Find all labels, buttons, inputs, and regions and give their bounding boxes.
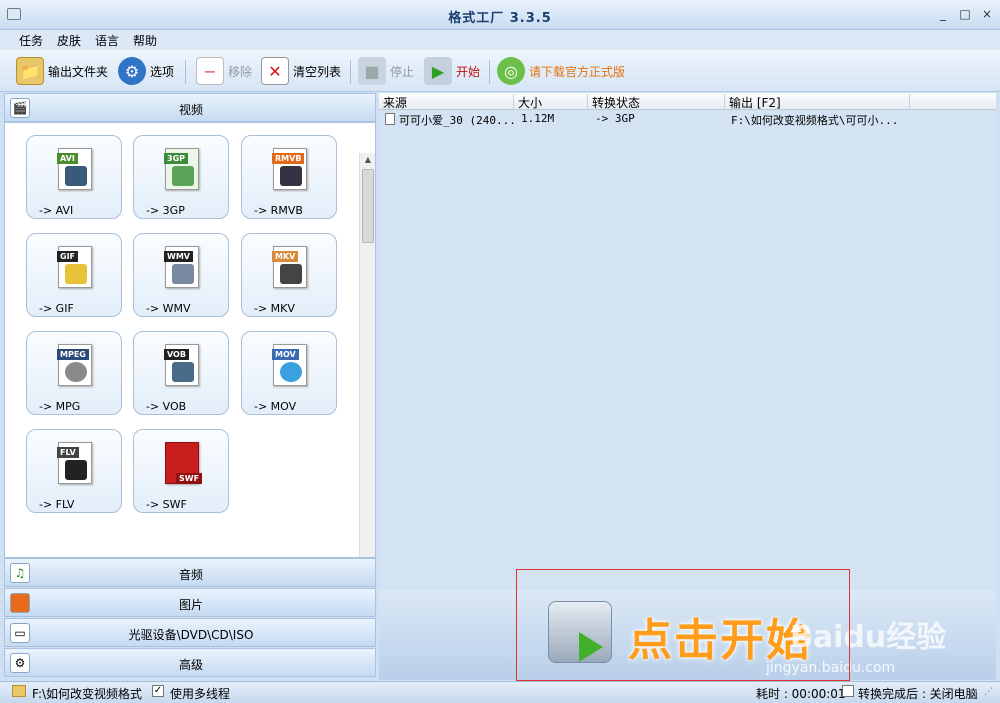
mpeg-file-icon: MPEG (57, 344, 92, 386)
wmv-file-icon: WMV (164, 246, 199, 288)
category-image[interactable]: 图片 (4, 588, 376, 617)
avi-file-icon: AVI (57, 148, 92, 190)
clear-x-icon: ✕ (261, 57, 289, 85)
format-mpg-button[interactable]: MPEG -> MPG (26, 331, 122, 415)
remove-button[interactable]: − 移除 (196, 56, 252, 86)
folder-icon: 📁 (16, 57, 44, 85)
file-icon (385, 113, 395, 125)
menu-skin[interactable]: 皮肤 (57, 32, 81, 49)
mov-file-icon: MOV (272, 344, 307, 386)
column-status[interactable]: 转换状态 (588, 94, 725, 110)
output-folder-button[interactable]: 📁 输出文件夹 (16, 56, 108, 86)
column-size[interactable]: 大小 (514, 94, 588, 110)
column-source[interactable]: 来源 (379, 94, 514, 110)
format-grid-scrollbar[interactable]: ▲ ▼ (359, 153, 375, 557)
after-convert-checkbox[interactable] (842, 685, 854, 697)
rmvb-file-icon: RMVB (272, 148, 307, 190)
toolbar-separator (350, 60, 351, 84)
category-video[interactable]: 🎬 视频 (4, 93, 376, 122)
format-avi-button[interactable]: AVI -> AVI (26, 135, 122, 219)
remove-doc-icon: − (196, 57, 224, 85)
options-button[interactable]: ⚙ 选项 (118, 56, 174, 86)
mkv-file-icon: MKV (272, 246, 307, 288)
toolbar-separator (489, 60, 490, 84)
play-icon: ▶ (424, 57, 452, 85)
flv-file-icon: FLV (57, 442, 92, 484)
vob-file-icon: VOB (164, 344, 199, 386)
format-wmv-button[interactable]: WMV -> WMV (133, 233, 229, 317)
status-bar: F:\如何改变视频格式 ✓ 使用多线程 耗时 : 00:00:01 转换完成后 … (0, 681, 1000, 703)
menu-task[interactable]: 任务 (19, 32, 43, 49)
scroll-up-icon[interactable]: ▲ (360, 153, 375, 167)
3gp-file-icon: 3GP (164, 148, 199, 190)
task-list-header: 来源 大小 转换状态 输出 [F2] (379, 93, 996, 110)
multithread-checkbox[interactable]: ✓ (152, 685, 164, 697)
category-audio[interactable]: ♫ 音频 (4, 558, 376, 587)
format-mov-button[interactable]: MOV -> MOV (241, 331, 337, 415)
toolbar-separator (185, 60, 186, 84)
menu-language[interactable]: 语言 (95, 32, 119, 49)
category-panel: 🎬 视频 AVI -> AVI 3GP -> 3GP RMVB -> RMVB … (4, 93, 376, 681)
format-gif-button[interactable]: GIF -> GIF (26, 233, 122, 317)
swf-file-icon: SWF (165, 442, 203, 484)
gear-icon: ⚙ (118, 57, 146, 85)
column-output[interactable]: 输出 [F2] (725, 94, 910, 110)
format-flv-button[interactable]: FLV -> FLV (26, 429, 122, 513)
multithread-label: 使用多线程 (170, 687, 231, 701)
window-title: 格式工厂 3.3.5 (448, 11, 552, 26)
format-3gp-button[interactable]: 3GP -> 3GP (133, 135, 229, 219)
menu-bar: 任务 皮肤 语言 帮助 (0, 30, 1000, 50)
download-official-link[interactable]: ◎ 请下载官方正式版 (497, 56, 625, 86)
start-button[interactable]: ▶ 开始 (424, 56, 480, 86)
highlight-box (516, 569, 850, 681)
folder-icon[interactable] (12, 685, 26, 697)
format-swf-button[interactable]: SWF -> SWF (133, 429, 229, 513)
resize-grip-icon[interactable]: ⋰ (984, 687, 993, 697)
menu-help[interactable]: 帮助 (133, 32, 157, 49)
globe-search-icon: ◎ (497, 57, 525, 85)
output-path: F:\如何改变视频格式 (32, 687, 143, 701)
toolbar: 📁 输出文件夹 ⚙ 选项 − 移除 ✕ 清空列表 ■ 停止 ▶ 开始 ◎ 请下载… (0, 50, 1000, 92)
gif-file-icon: GIF (57, 246, 92, 288)
category-advanced[interactable]: ⚙ 高级 (4, 648, 376, 677)
clear-list-button[interactable]: ✕ 清空列表 (261, 56, 341, 86)
minimize-button[interactable]: _ (936, 8, 950, 21)
format-mkv-button[interactable]: MKV -> MKV (241, 233, 337, 317)
scroll-thumb[interactable] (362, 169, 374, 243)
format-grid: AVI -> AVI 3GP -> 3GP RMVB -> RMVB GIF -… (4, 122, 376, 558)
category-disc[interactable]: ▭ 光驱设备\DVD\CD\ISO (4, 618, 376, 647)
format-vob-button[interactable]: VOB -> VOB (133, 331, 229, 415)
stop-icon: ■ (358, 57, 386, 85)
title-bar: 格式工厂 3.3.5 _ □ × (0, 0, 1000, 30)
table-row[interactable]: 可可小爱_30 (240... 1.12M -> 3GP F:\如何改变视频格式… (379, 111, 996, 127)
elapsed-time: 耗时 : 00:00:01 (756, 687, 846, 701)
after-convert-label: 转换完成后 : 关闭电脑 (858, 687, 978, 701)
stop-button[interactable]: ■ 停止 (358, 56, 414, 86)
format-rmvb-button[interactable]: RMVB -> RMVB (241, 135, 337, 219)
close-button[interactable]: × (980, 8, 994, 21)
maximize-button[interactable]: □ (958, 8, 972, 21)
